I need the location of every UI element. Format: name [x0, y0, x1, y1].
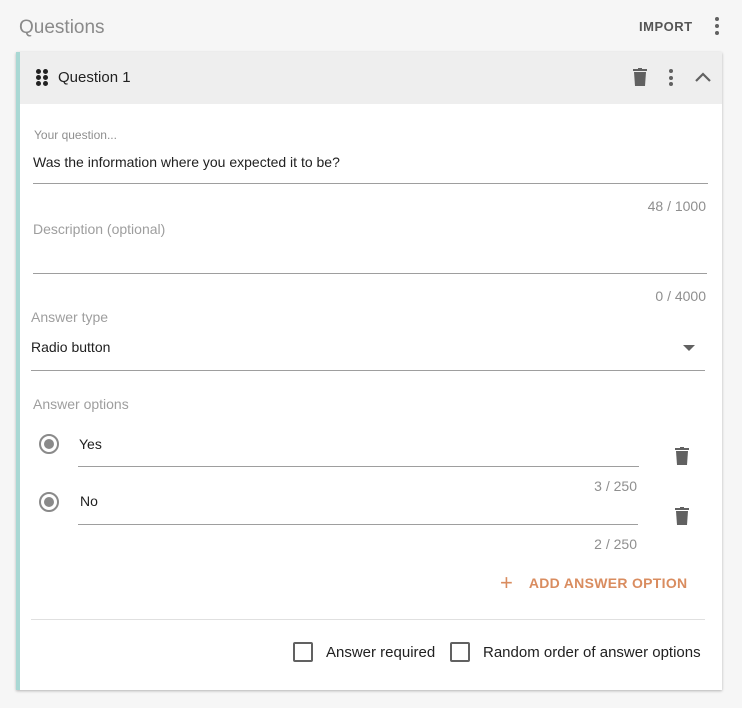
answer-option-input[interactable]: Yes — [79, 436, 639, 453]
description-counter: 0 / 4000 — [655, 288, 706, 304]
answer-option-underline — [78, 466, 639, 467]
add-answer-option-button[interactable]: + ADD ANSWER OPTION — [500, 572, 687, 594]
import-button[interactable]: IMPORT — [639, 19, 693, 35]
description-input-underline — [33, 273, 707, 274]
description-input[interactable]: Description (optional) — [33, 221, 165, 238]
caret-down-icon[interactable] — [683, 345, 695, 351]
answer-type-label: Answer type — [31, 309, 109, 325]
answer-required-label[interactable]: Answer required — [326, 644, 435, 662]
question-card: Question 1 Your question... Was the info… — [16, 52, 722, 690]
chevron-up-icon[interactable] — [695, 70, 711, 82]
answer-option-counter: 2 / 250 — [594, 536, 637, 552]
question-input-underline — [33, 183, 708, 184]
footer-divider — [31, 619, 705, 620]
more-vert-icon[interactable] — [714, 17, 720, 35]
drag-handle-icon[interactable] — [36, 69, 48, 86]
answer-option-input[interactable]: No — [80, 493, 640, 510]
trash-icon[interactable] — [675, 447, 689, 465]
trash-icon[interactable] — [675, 507, 689, 525]
more-vert-icon[interactable] — [668, 69, 674, 86]
plus-icon: + — [500, 570, 513, 595]
answer-type-underline — [31, 370, 705, 371]
question-card-header[interactable]: Question 1 — [20, 52, 722, 104]
answer-required-checkbox[interactable] — [293, 642, 313, 662]
page-title: Questions — [19, 17, 105, 38]
random-order-label[interactable]: Random order of answer options — [483, 644, 701, 662]
question-counter: 48 / 1000 — [647, 198, 706, 214]
random-order-checkbox[interactable] — [450, 642, 470, 662]
trash-icon[interactable] — [633, 68, 647, 86]
answer-options-label: Answer options — [33, 396, 129, 412]
add-answer-option-label: ADD ANSWER OPTION — [528, 574, 688, 591]
question-field-label: Your question... — [34, 128, 117, 142]
answer-option-underline — [78, 524, 638, 525]
radio-selected-icon[interactable] — [39, 492, 59, 512]
question-input[interactable]: Was the information where you expected i… — [33, 154, 707, 171]
question-title: Question 1 — [58, 69, 131, 86]
radio-selected-icon[interactable] — [39, 434, 59, 454]
answer-type-select[interactable]: Radio button — [31, 339, 705, 356]
